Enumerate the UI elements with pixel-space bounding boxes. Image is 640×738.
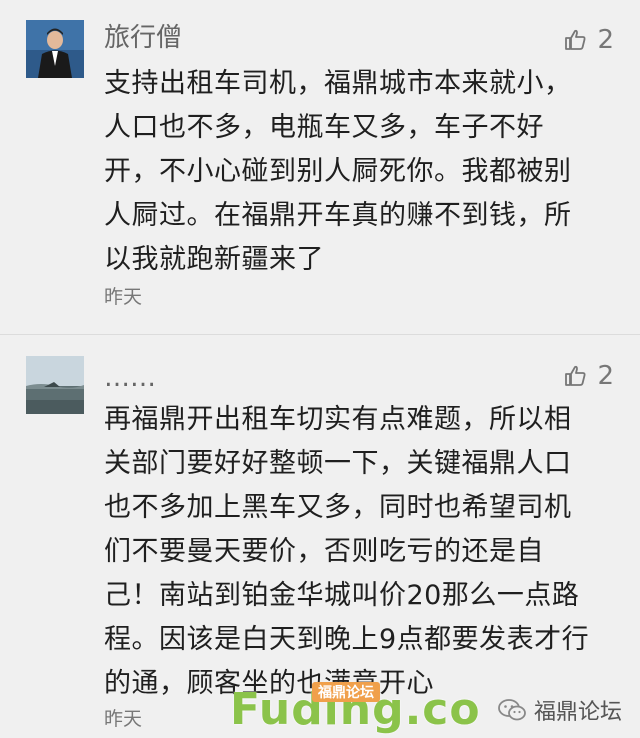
- like-count: 2: [597, 361, 614, 391]
- like-count: 2: [597, 25, 614, 55]
- forum-badge: 福鼎论坛: [498, 694, 622, 726]
- avatar[interactable]: [26, 20, 84, 78]
- username[interactable]: 旅行僧: [104, 20, 182, 56]
- like-button[interactable]: 2: [563, 22, 614, 58]
- like-button[interactable]: 2: [563, 358, 614, 394]
- avatar[interactable]: [26, 356, 84, 414]
- watermark-tag: 福鼎论坛: [312, 682, 380, 702]
- sea-landscape-icon: [26, 356, 84, 414]
- forum-badge-label: 福鼎论坛: [533, 700, 622, 725]
- timestamp: 昨天: [104, 286, 143, 308]
- timestamp: 昨天: [104, 708, 143, 730]
- wechat-icon: [498, 699, 526, 721]
- username[interactable]: ……: [104, 360, 156, 396]
- thumbs-up-icon: [565, 29, 586, 50]
- comment-text: 支持出租车司机，福鼎城市本来就小， 人口也不多，电瓶车又多，车子不好 开，不小心…: [104, 68, 572, 275]
- thumbs-up-icon: [565, 365, 586, 386]
- comment-text: 再福鼎开出租车切实有点难题，所以相 关部门要好好整顿一下，关键福鼎人口 也不多加…: [104, 404, 590, 699]
- divider: [0, 334, 640, 335]
- person-in-suit-icon: [26, 20, 84, 78]
